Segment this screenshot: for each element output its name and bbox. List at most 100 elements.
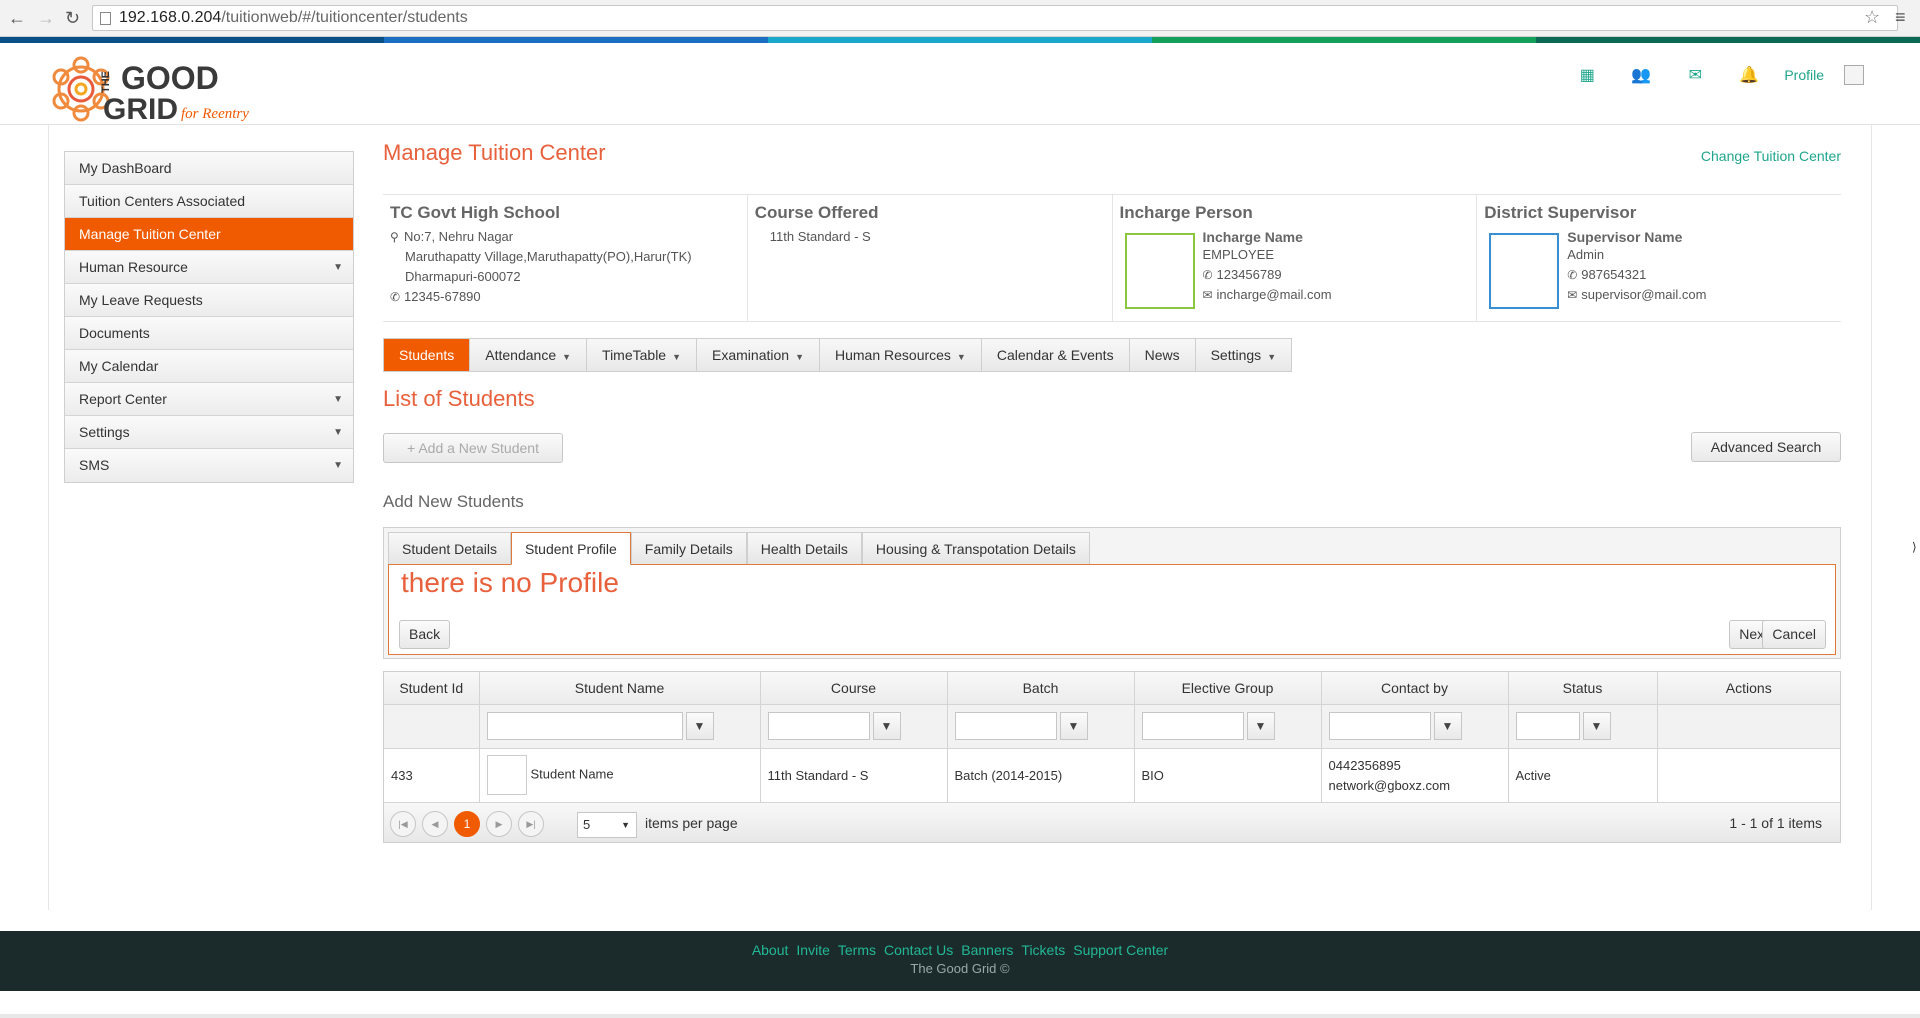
- footer-link-invite[interactable]: Invite: [796, 942, 829, 958]
- profile-link[interactable]: Profile: [1784, 67, 1824, 83]
- footer-link-terms[interactable]: Terms: [838, 942, 876, 958]
- filter-funnel-icon[interactable]: ▼: [872, 712, 901, 740]
- footer-link-tickets[interactable]: Tickets: [1021, 942, 1065, 958]
- footer-link-about[interactable]: About: [752, 942, 789, 958]
- form-tab-housing-transpotation-details[interactable]: Housing & Transpotation Details: [861, 532, 1090, 565]
- map-pin-icon: ⚲: [390, 230, 399, 244]
- caret-down-icon: ▼: [672, 352, 682, 362]
- browser-menu-icon[interactable]: ≡: [1895, 7, 1906, 28]
- logo-the-text: THE: [100, 71, 112, 93]
- course-value: 11th Standard - S: [769, 229, 871, 244]
- filter-batch-input[interactable]: [954, 712, 1057, 740]
- filter-course-input[interactable]: [767, 712, 870, 740]
- add-student-button[interactable]: + Add a New Student: [383, 433, 563, 463]
- tab-label: News: [1144, 347, 1180, 363]
- apps-grid-icon[interactable]: ▦: [1560, 65, 1614, 85]
- tab-calendar-events[interactable]: Calendar & Events: [982, 339, 1130, 371]
- footer-copyright: The Good Grid ©: [910, 961, 1010, 976]
- reload-icon[interactable]: ↻: [65, 7, 80, 29]
- course-heading: Course Offered: [754, 203, 879, 222]
- avatar[interactable]: [1844, 65, 1864, 85]
- form-tab-student-details[interactable]: Student Details: [388, 532, 511, 565]
- filter-funnel-icon[interactable]: ▼: [1582, 712, 1611, 740]
- sidebar-item-manage-tuition-center[interactable]: Manage Tuition Center: [65, 218, 353, 251]
- filter-funnel-icon[interactable]: ▼: [685, 712, 714, 740]
- tab-attendance[interactable]: Attendance ▼: [470, 339, 588, 371]
- change-tuition-center-link[interactable]: Change Tuition Center: [1701, 148, 1841, 164]
- column-header-student-name[interactable]: Student Name: [479, 672, 761, 705]
- prev-page-icon[interactable]: ◀: [422, 811, 448, 837]
- tab-label: Settings: [1210, 347, 1262, 363]
- url-path: /tuitionweb/#/tuitioncenter/students: [221, 9, 468, 26]
- filter-cell-elective: ▼: [1134, 704, 1322, 749]
- column-header-actions[interactable]: Actions: [1657, 672, 1840, 705]
- sidebar-item-my-leave-requests[interactable]: My Leave Requests: [65, 284, 353, 317]
- cancel-button[interactable]: Cancel: [1762, 620, 1826, 649]
- next-page-icon[interactable]: ▶: [486, 811, 512, 837]
- tab-settings[interactable]: Settings ▼: [1196, 339, 1292, 371]
- column-header-elective-group[interactable]: Elective Group: [1134, 672, 1322, 705]
- bookmark-star-icon[interactable]: ☆: [1864, 7, 1880, 28]
- column-header-course[interactable]: Course: [760, 672, 948, 705]
- form-tab-family-details[interactable]: Family Details: [630, 532, 747, 565]
- tab-examination[interactable]: Examination ▼: [697, 339, 820, 371]
- form-tab-student-profile[interactable]: Student Profile: [510, 532, 631, 565]
- caret-down-icon: ▼: [562, 352, 572, 362]
- page-title: Manage Tuition Center: [383, 140, 606, 165]
- add-new-title: Add New Students: [383, 492, 524, 511]
- header-actions: ▦ 👥 ✉ 🔔 Profile: [1560, 65, 1864, 85]
- sidebar-item-sms[interactable]: SMS ▼: [65, 449, 353, 482]
- phone-icon: ✆: [390, 290, 401, 304]
- sidebar-item-documents[interactable]: Documents: [65, 317, 353, 350]
- sidebar-item-my-dashboard[interactable]: My DashBoard: [65, 152, 353, 185]
- back-button[interactable]: Back: [399, 620, 451, 649]
- form-tab-health-details[interactable]: Health Details: [746, 532, 862, 565]
- address-line-2: Maruthapatty Village,Maruthapatty(PO),Ha…: [405, 249, 692, 264]
- sidebar-item-human-resource[interactable]: Human Resource ▼: [65, 251, 353, 284]
- forward-arrow-icon[interactable]: →: [37, 7, 55, 29]
- filter-funnel-icon[interactable]: ▼: [1246, 712, 1275, 740]
- mail-icon[interactable]: ✉: [1668, 65, 1722, 85]
- last-page-icon[interactable]: ▶|: [518, 811, 544, 837]
- column-header-batch[interactable]: Batch: [947, 672, 1135, 705]
- phone-icon: ✆: [1567, 268, 1578, 282]
- page-number-current[interactable]: 1: [454, 811, 480, 837]
- page-size-value: 5: [583, 817, 591, 832]
- supervisor-heading: District Supervisor: [1484, 203, 1637, 222]
- sidebar-item-report-center[interactable]: Report Center ▼: [65, 383, 353, 416]
- tab-timetable[interactable]: TimeTable ▼: [587, 339, 698, 371]
- bell-icon[interactable]: 🔔: [1722, 65, 1776, 85]
- incharge-role: EMPLOYEE: [1202, 247, 1275, 262]
- tab-human-resources[interactable]: Human Resources ▼: [820, 339, 982, 371]
- column-header-status[interactable]: Status: [1508, 672, 1658, 705]
- page-size-select[interactable]: 5 ▼: [577, 812, 637, 838]
- filter-funnel-icon[interactable]: ▼: [1059, 712, 1088, 740]
- first-page-icon[interactable]: |◀: [390, 811, 416, 837]
- sidebar-item-my-calendar[interactable]: My Calendar: [65, 350, 353, 383]
- footer-link-contact-us[interactable]: Contact Us: [884, 942, 953, 958]
- sidebar-item-tuition-centers-associated[interactable]: Tuition Centers Associated: [65, 185, 353, 218]
- address-bar[interactable]: 192.168.0.204/tuitionweb/#/tuitioncenter…: [92, 5, 1898, 31]
- phone-icon: ✆: [1202, 268, 1213, 282]
- items-per-page-label: items per page: [645, 815, 738, 831]
- users-icon[interactable]: 👥: [1614, 65, 1668, 85]
- table-row[interactable]: 433 Student Name 11th Standard - S Batch…: [384, 748, 1840, 802]
- tab-news[interactable]: News: [1130, 339, 1196, 371]
- filter-contact-input[interactable]: [1328, 712, 1431, 740]
- filter-funnel-icon[interactable]: ▼: [1433, 712, 1462, 740]
- footer-link-support-center[interactable]: Support Center: [1073, 942, 1168, 958]
- filter-name-input[interactable]: [486, 712, 683, 740]
- advanced-search-button[interactable]: Advanced Search: [1691, 432, 1841, 462]
- the-good-grid-logo[interactable]: THE GOOD GRID for Reentry: [47, 53, 267, 125]
- tab-students[interactable]: Students: [384, 339, 471, 371]
- footer-link-banners[interactable]: Banners: [961, 942, 1013, 958]
- filter-elective-input[interactable]: [1141, 712, 1244, 740]
- filter-status-input[interactable]: [1515, 712, 1580, 740]
- caret-down-icon: ▼: [1267, 352, 1277, 362]
- sidebar-item-label: Settings: [79, 424, 130, 440]
- column-header-student-id[interactable]: Student Id: [384, 672, 480, 705]
- back-arrow-icon[interactable]: ←: [8, 7, 26, 29]
- sidebar-item-label: Human Resource: [79, 259, 188, 275]
- column-header-contact-by[interactable]: Contact by: [1321, 672, 1509, 705]
- sidebar-item-settings[interactable]: Settings ▼: [65, 416, 353, 449]
